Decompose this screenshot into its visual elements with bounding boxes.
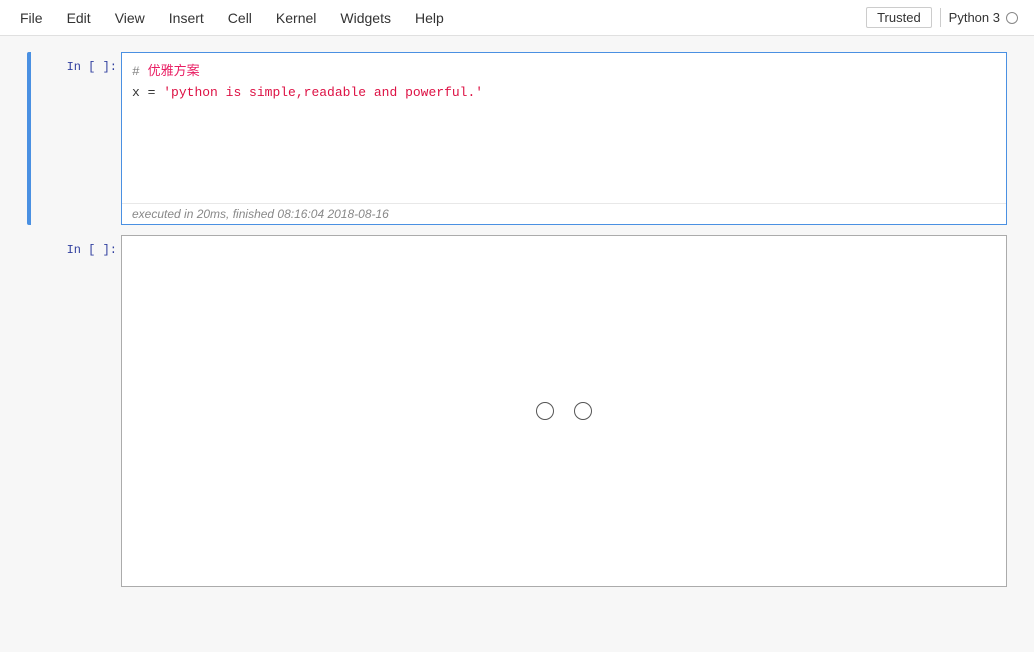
menu-items: File Edit View Insert Cell Kernel Widget…	[8, 6, 866, 30]
menu-widgets[interactable]: Widgets	[328, 6, 403, 30]
menu-insert[interactable]: Insert	[157, 6, 216, 30]
cell-1-prompt: In [ ]:	[31, 52, 121, 225]
cell-1-code-body[interactable]: # 优雅方案 x = 'python is simple,readable an…	[121, 52, 1007, 225]
cell-2-empty-area	[122, 236, 1006, 586]
cell-1-input[interactable]: # 优雅方案 x = 'python is simple,readable an…	[122, 53, 1006, 203]
menu-help[interactable]: Help	[403, 6, 456, 30]
cell-2-code-body[interactable]	[121, 235, 1007, 587]
menubar-right: Trusted Python 3	[866, 7, 1026, 28]
cell-1-string: 'python is simple,readable and powerful.…	[163, 85, 483, 100]
notebook-area: In [ ]: # 优雅方案 x = 'python is simple,rea…	[0, 36, 1034, 652]
cell-2-dots	[536, 362, 592, 460]
cell-1[interactable]: In [ ]: # 优雅方案 x = 'python is simple,rea…	[27, 52, 1007, 225]
cell-1-prompt-text: In [ ]:	[67, 60, 117, 74]
menu-cell[interactable]: Cell	[216, 6, 264, 30]
dot-1	[536, 402, 554, 420]
cell-1-comment-hash: #	[132, 64, 148, 79]
kernel-indicator: Python 3	[940, 8, 1026, 27]
menu-kernel[interactable]: Kernel	[264, 6, 328, 30]
cell-1-empty-space	[132, 104, 996, 184]
menu-file[interactable]: File	[8, 6, 55, 30]
cell-1-right: In [ ]: # 优雅方案 x = 'python is simple,rea…	[31, 52, 1007, 225]
kernel-status-circle	[1006, 12, 1018, 24]
kernel-name-label: Python 3	[949, 10, 1000, 25]
cell-2-prompt-text: In [ ]:	[67, 243, 117, 257]
cell-1-var-x: x	[132, 85, 140, 100]
cell-1-equals: =	[148, 85, 164, 100]
cell-1-line1: # 优雅方案	[132, 61, 996, 82]
trusted-button[interactable]: Trusted	[866, 7, 932, 28]
cell-1-comment-text: 优雅方案	[148, 64, 200, 79]
cell-2-right: In [ ]:	[31, 235, 1007, 587]
cell-2-prompt: In [ ]:	[31, 235, 121, 587]
dot-2	[574, 402, 592, 420]
menu-view[interactable]: View	[103, 6, 157, 30]
cell-1-execution-note: executed in 20ms, finished 08:16:04 2018…	[122, 203, 1006, 224]
cell-1-line2: x = 'python is simple,readable and power…	[132, 82, 996, 103]
menu-edit[interactable]: Edit	[55, 6, 103, 30]
cell-2[interactable]: In [ ]:	[27, 235, 1007, 587]
menubar: File Edit View Insert Cell Kernel Widget…	[0, 0, 1034, 36]
